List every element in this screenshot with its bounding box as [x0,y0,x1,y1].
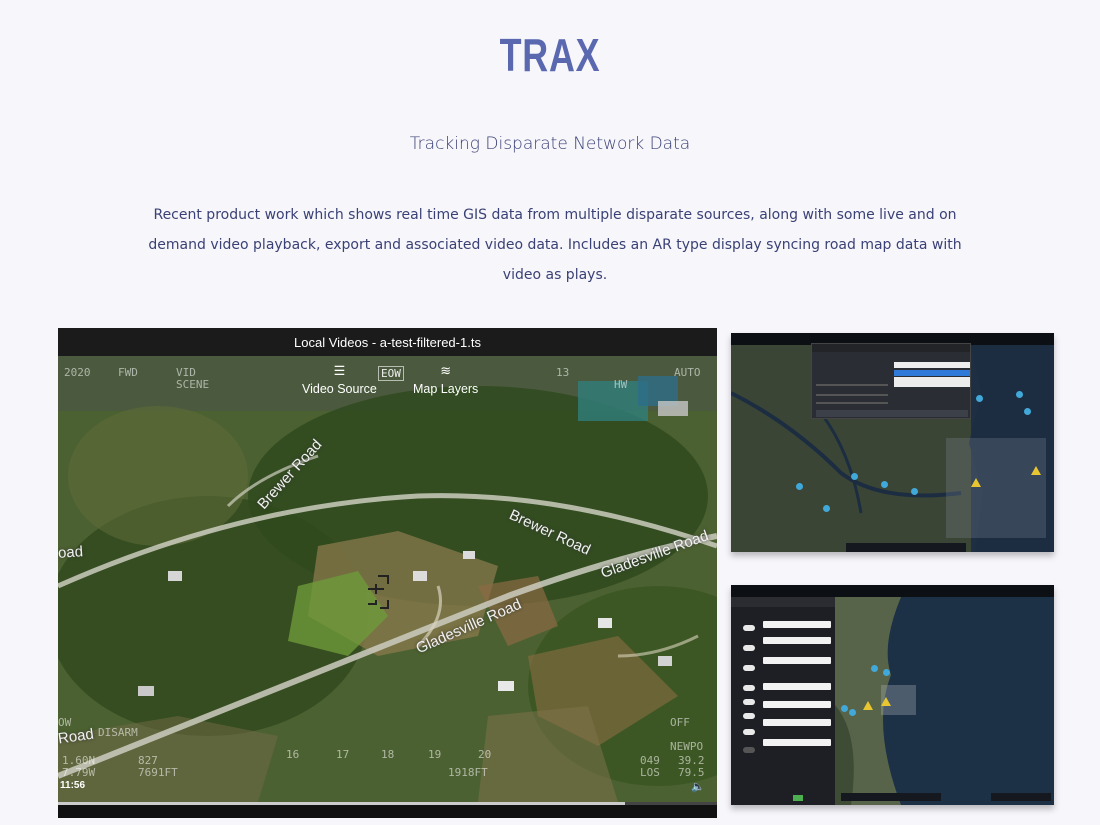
hud-text: 2020 [64,366,91,379]
warning-icon[interactable] [1031,466,1041,475]
video-player[interactable]: Local Videos - a-test-filtered-1.ts Brew… [58,328,717,818]
hud-text: 7.79W [62,766,96,779]
form-field[interactable] [763,719,831,726]
hud-text: 79.5 [678,766,705,779]
form-field[interactable] [763,657,831,664]
map-layers-button[interactable]: ≋ Map Layers [413,363,479,397]
form-field[interactable] [763,621,831,628]
settings-dialog [811,343,971,419]
progress-fill [58,802,625,805]
hud-text: 16 [286,748,300,761]
volume-icon[interactable]: 🔈 [691,780,705,793]
page-title: TRAX [499,29,601,81]
hud-text: NEWPO [670,740,704,753]
page-subtitle: Tracking Disparate Network Data [409,134,691,154]
hud-text: 20 [478,748,492,761]
map-marker-icon[interactable] [881,481,888,488]
hud-text: OFF [670,716,690,729]
toggle-switch[interactable] [743,645,755,651]
toggle-switch[interactable] [743,729,755,735]
hud-text: LOS [640,766,660,779]
video-time: 11:56 [60,780,86,791]
map-marker-icon[interactable] [823,505,830,512]
form-field[interactable] [763,701,831,708]
aerial-footage [58,356,717,802]
form-field[interactable] [763,683,831,690]
map-marker-icon[interactable] [871,665,878,672]
map-marker-icon[interactable] [1016,391,1023,398]
app-toolbar [731,585,1054,597]
form-sidebar [731,597,835,805]
map-marker-icon[interactable] [1024,408,1031,415]
map-marker-icon[interactable] [849,709,856,716]
video-frame[interactable]: Brewer Road Brewer Road Gladesville Road… [58,356,717,802]
warning-icon[interactable] [881,697,891,706]
toggle-switch[interactable] [743,665,755,671]
form-field[interactable] [763,739,831,746]
map-marker-icon[interactable] [911,488,918,495]
toggle-switch[interactable] [743,713,755,719]
hud-text: SCENE [176,378,210,391]
save-button[interactable] [793,795,803,801]
map-marker-icon[interactable] [851,473,858,480]
video-source-label: Video Source [302,382,377,396]
road-label: oad [58,543,84,562]
map-screenshot-form [731,585,1054,805]
hud-text: AUTO [674,366,701,379]
toggle-switch[interactable] [743,747,755,753]
hud-text: DISARM [98,726,138,739]
map-screenshot-settings [731,333,1054,552]
hud-text: 13 [556,366,570,379]
warning-icon[interactable] [863,701,873,710]
map-marker-icon[interactable] [976,395,983,402]
video-source-button[interactable]: ☰ Video Source [302,363,377,397]
dialog-done-button[interactable] [816,410,968,417]
hud-text: EOW [378,366,404,381]
warning-icon[interactable] [971,478,981,487]
hud-text: 7691FT [138,766,178,779]
hud-text: 1918FT [448,766,488,779]
layers-icon: ≋ [440,363,452,378]
hud-text: 19 [428,748,442,761]
hud-text: 17 [336,748,350,761]
toggle-switch[interactable] [743,699,755,705]
hud-text: HW [614,378,628,391]
hamburger-menu-icon: ☰ [333,363,346,378]
progress-bar[interactable] [58,802,717,805]
map-layers-label: Map Layers [413,382,479,396]
hud-text: FWD [118,366,138,379]
form-field[interactable] [763,637,831,644]
map-marker-icon[interactable] [841,705,848,712]
map-marker-icon[interactable] [883,669,890,676]
toggle-switch[interactable] [743,685,755,691]
page-description: Recent product work which shows real tim… [148,207,962,283]
map-marker-icon[interactable] [796,483,803,490]
hud-text: 18 [381,748,395,761]
video-title: Local Videos - a-test-filtered-1.ts [58,328,717,356]
toggle-switch[interactable] [743,625,755,631]
hud-text: OW [58,716,72,729]
